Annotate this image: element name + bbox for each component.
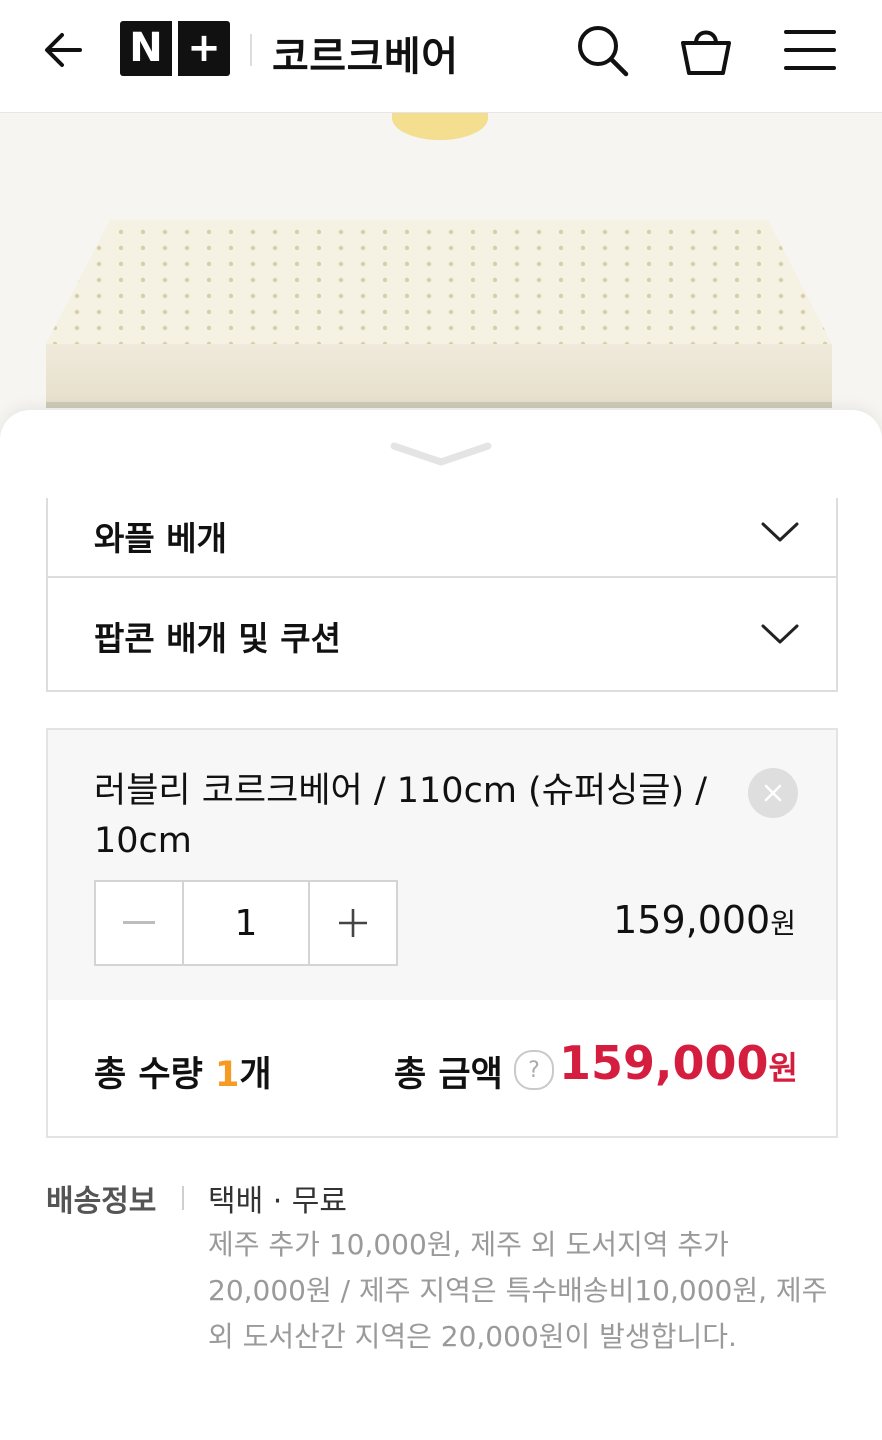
quantity-stepper: 1 — [94, 880, 398, 966]
order-total: 총 수량 1개 총 금액 ? 159,000원 — [46, 1000, 838, 1138]
logo-plus: + — [187, 25, 221, 71]
selected-item-name: 러블리 코르크베어 / 110cm (슈퍼싱글) / 10cm — [94, 771, 708, 861]
item-price: 159,000원 — [613, 898, 796, 942]
item-price-value: 159,000 — [613, 898, 771, 942]
search-icon[interactable] — [572, 20, 632, 80]
option-waffle-pillow[interactable]: 와플 베개 — [46, 498, 838, 578]
total-quantity: 총 수량 1개 — [94, 1046, 272, 1097]
minus-icon — [123, 921, 155, 924]
store-title[interactable]: 코르크베어 — [272, 24, 459, 82]
shipping-description: 제주 추가 10,000원, 제주 외 도서지역 추가 20,000원 / 제주… — [208, 1228, 828, 1353]
total-quantity-value: 1 — [214, 1055, 240, 1095]
shipping-method: 택배 · 무료 — [208, 1184, 348, 1219]
logo-n: N — [129, 25, 163, 71]
divider — [182, 1186, 184, 1210]
menu-icon[interactable] — [780, 20, 840, 80]
selected-item: 러블리 코르크베어 / 110cm (슈퍼싱글) / 10cm 1 159,00… — [46, 728, 838, 1004]
total-quantity-unit: 개 — [239, 1055, 272, 1095]
total-amount-value: 159,000 — [559, 1036, 769, 1090]
help-icon[interactable]: ? — [514, 1050, 554, 1090]
total-amount-label: 총 금액 — [394, 1055, 503, 1095]
total-amount-currency: 원 — [768, 1049, 798, 1087]
chevron-down-icon[interactable] — [388, 438, 494, 470]
header-divider — [250, 34, 252, 66]
cart-icon[interactable] — [676, 20, 736, 80]
quantity-value[interactable]: 1 — [182, 882, 310, 964]
total-quantity-label: 총 수량 — [94, 1055, 215, 1095]
remove-item-button[interactable] — [748, 768, 798, 818]
increase-quantity-button[interactable] — [310, 882, 396, 964]
close-icon — [764, 784, 782, 802]
plus-icon — [339, 909, 367, 937]
option-popcorn-pillow[interactable]: 팝콘 배개 및 쿠션 — [46, 576, 838, 692]
total-amount: 159,000원 — [559, 1036, 798, 1090]
chevron-down-icon — [760, 622, 800, 646]
decrease-quantity-button[interactable] — [96, 882, 182, 964]
option-label: 와플 베개 — [94, 519, 227, 558]
shipping-label: 배송정보 — [46, 1184, 157, 1219]
option-label: 팝콘 배개 및 쿠션 — [94, 619, 341, 658]
item-price-currency: 원 — [770, 907, 796, 940]
product-image — [0, 112, 882, 442]
naver-plus-logo[interactable]: N + — [120, 21, 230, 76]
back-arrow-icon[interactable] — [36, 22, 92, 78]
option-bottom-sheet: 와플 베개 팝콘 배개 및 쿠션 러블리 코르크베어 / 110cm (슈퍼싱글… — [0, 410, 882, 1440]
top-nav-bar: N + 코르크베어 — [0, 0, 882, 113]
chevron-down-icon — [760, 520, 800, 544]
